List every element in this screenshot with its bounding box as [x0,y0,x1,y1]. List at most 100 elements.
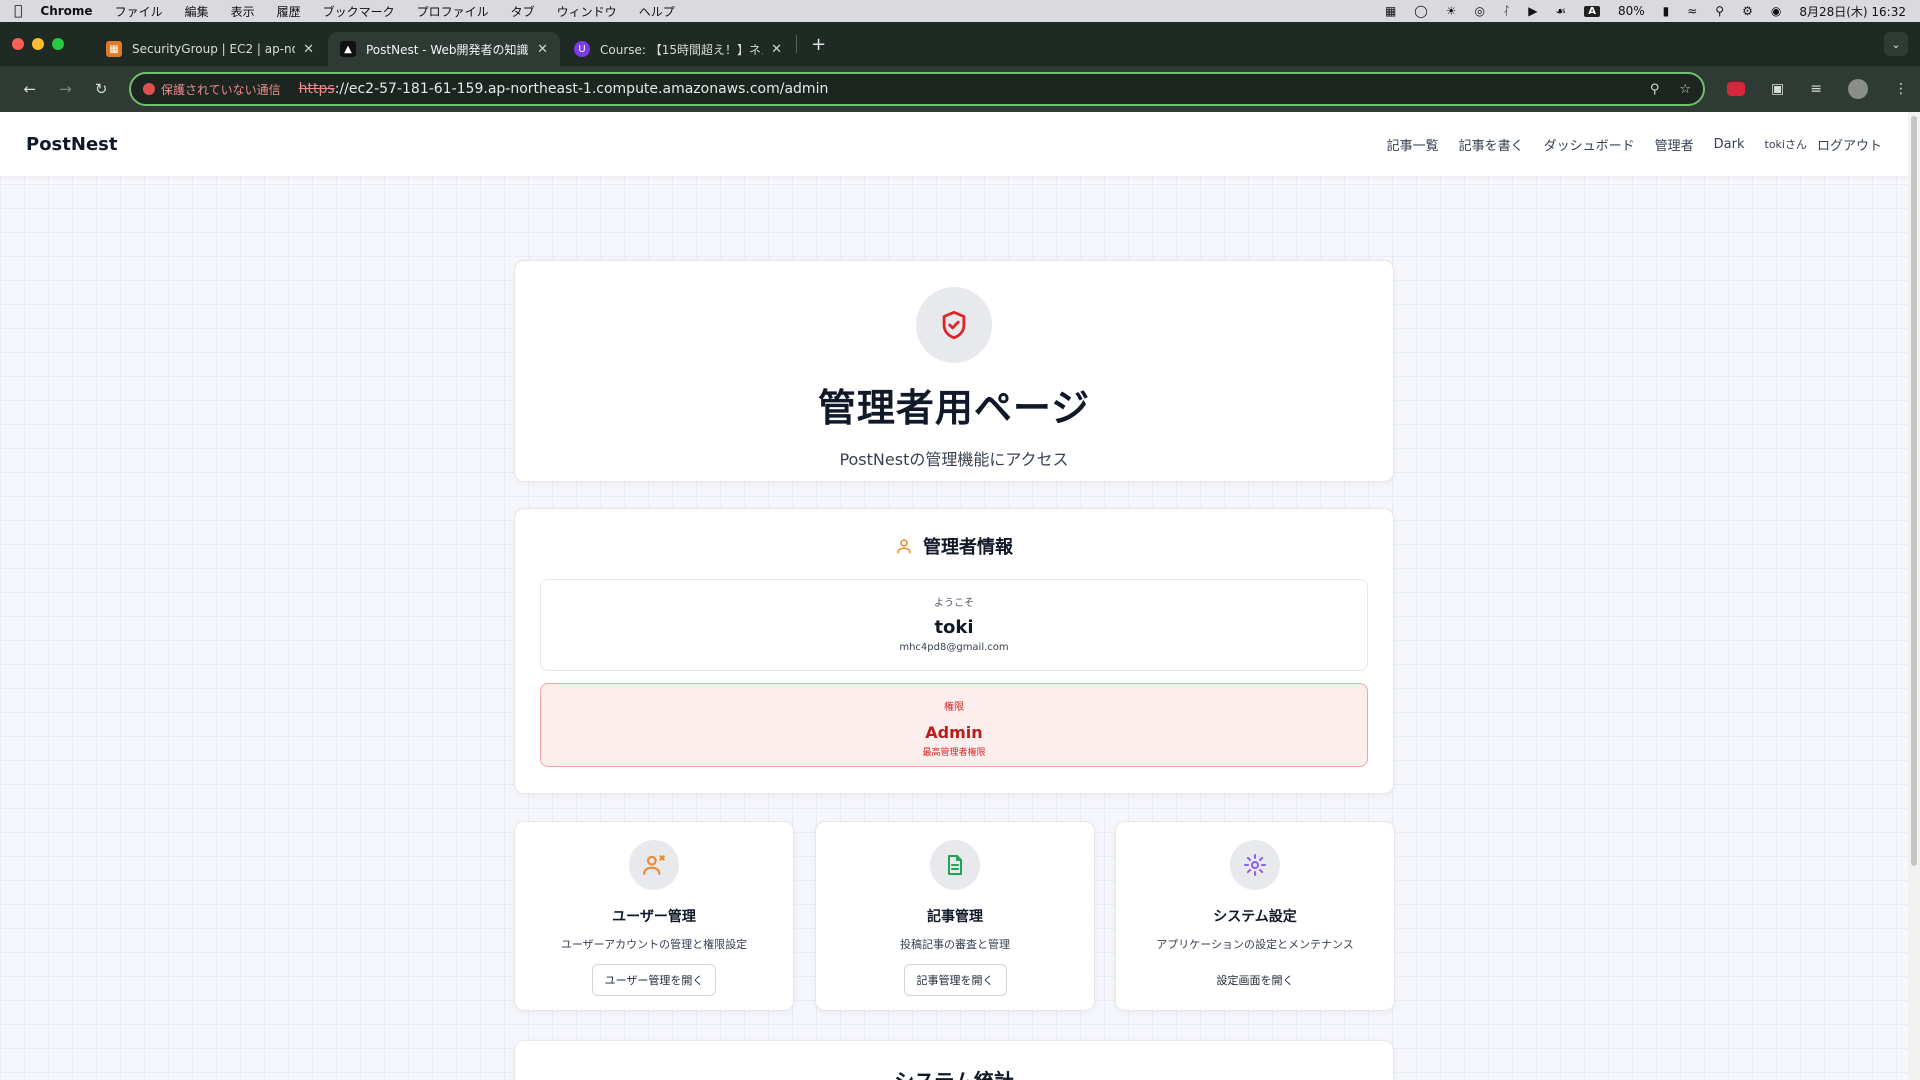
feature-title: ユーザー管理 [612,909,696,925]
feature-card-settings: システム設定 アプリケーションの設定とメンテナンス 設定画面を開く [1115,821,1395,1011]
menubar-clock[interactable]: 8月28日(木) 16:32 [1799,3,1906,20]
system-stats-title: システム統計 [515,1065,1393,1080]
tab-title: SecurityGroup | EC2 | ap-nort [132,42,296,56]
user-icon [897,539,911,554]
forward-arrow-icon[interactable]: → [48,80,84,98]
feature-title: システム設定 [1213,909,1297,925]
welcome-label: ようこそ [934,598,974,609]
nav-dashboard[interactable]: ダッシュボード [1544,135,1635,154]
minimize-window-icon[interactable] [32,38,44,50]
menu-profiles[interactable]: プロファイル [417,3,489,20]
battery-icon[interactable]: ▮ [1663,4,1670,18]
tab-postnest[interactable]: ▲ PostNest - Web開発者の知識共 ✕ [328,32,560,66]
site-logo[interactable]: PostNest [26,134,117,155]
user-email: mhc4pd8@gmail.com [899,642,1009,653]
system-stats-card: システム統計 [514,1040,1394,1080]
feature-title: 記事管理 [927,909,983,925]
play-icon[interactable]: ▶ [1528,4,1537,18]
nav-admin[interactable]: 管理者 [1655,135,1694,154]
shield-status-icon[interactable]: ◯ [1414,4,1427,18]
username: toki [934,617,974,638]
admin-info-heading: 管理者情報 [515,533,1393,559]
menu-help[interactable]: ヘルプ [639,3,675,20]
current-user: tokiさん [1764,138,1807,151]
page-viewport: PostNest 記事一覧 記事を書く ダッシュボード 管理者 Dark tok… [0,112,1908,1080]
page-subtitle: PostNestの管理機能にアクセス [839,450,1069,469]
new-tab-icon[interactable]: + [811,34,826,55]
open-user-management-button[interactable]: ユーザー管理を開く [591,964,717,996]
security-indicator[interactable]: 保護されていない通信 [143,81,281,98]
bluetooth-icon[interactable]: ᛮ [1503,4,1510,18]
admin-info-title: 管理者情報 [923,537,1013,558]
site-header: PostNest 記事一覧 記事を書く ダッシュボード 管理者 Dark tok… [0,112,1908,176]
extensions-puzzle-icon[interactable]: ▣ [1771,81,1784,97]
menubar-status-area: ▦ ◯ ☀ ◎ ᛮ ▶ ☙ A 80% ▮ ≈ ⚲ ⚙ ◉ 8月28日(木) 1… [1385,3,1906,20]
wifi-icon[interactable]: ≈ [1687,4,1697,18]
document-icon [930,840,980,890]
extension-red-icon[interactable] [1727,82,1746,96]
menu-window[interactable]: ウィンドウ [557,3,617,20]
close-tab-icon[interactable]: ✕ [771,42,782,57]
nav-write-article[interactable]: 記事を書く [1459,135,1524,154]
aws-icon: ▦ [106,41,122,57]
headphones-icon[interactable]: ☙ [1555,4,1566,18]
profile-avatar-icon[interactable] [1847,79,1868,99]
close-tab-icon[interactable]: ✕ [537,42,548,57]
role-value: Admin [925,723,983,742]
chrome-menu-icon[interactable]: ⋮ [1894,81,1908,97]
toolbar-extensions: ▣ ≡ ⋮ [1727,79,1908,99]
menu-edit[interactable]: 編集 [185,3,209,20]
dark-mode-toggle[interactable]: Dark [1714,137,1745,152]
scrollbar-thumb[interactable] [1911,116,1917,866]
omnibox-actions: ⚲ ☆ [1650,82,1691,97]
feature-desc: アプリケーションの設定とメンテナンス [1156,938,1354,951]
close-window-icon[interactable] [12,38,24,50]
role-box: 権限 Admin 最高管理者権限 [540,683,1368,767]
feature-card-users: ユーザー管理 ユーザーアカウントの管理と権限設定 ユーザー管理を開く [514,821,794,1011]
apple-menu-icon[interactable]:  [14,3,22,19]
user-manage-icon [629,840,679,890]
macos-menubar:  Chrome ファイル 編集 表示 履歴 ブックマーク プロファイル タブ … [0,0,1920,22]
menu-history[interactable]: 履歴 [277,3,301,20]
feature-desc: 投稿記事の審査と管理 [900,938,1010,951]
browser-tabstrip: ▦ SecurityGroup | EC2 | ap-nort ✕ ▲ Post… [0,22,1920,66]
menu-view[interactable]: 表示 [231,3,255,20]
tab-title: Course: 【15時間超え！】ネス [600,42,764,57]
menu-bookmarks[interactable]: ブックマーク [323,3,395,20]
zoom-window-icon[interactable] [52,38,64,50]
feature-desc: ユーザーアカウントの管理と権限設定 [560,938,748,951]
nav-article-list[interactable]: 記事一覧 [1387,135,1439,154]
reading-list-icon[interactable]: ≡ [1810,81,1822,97]
menu-file[interactable]: ファイル [115,3,163,20]
open-settings-button[interactable]: 設定画面を開く [1203,964,1307,996]
tab-securitygroup[interactable]: ▦ SecurityGroup | EC2 | ap-nort ✕ [94,32,326,66]
status-icon-a[interactable]: ▦ [1385,4,1396,18]
back-arrow-icon[interactable]: ← [12,80,48,98]
brightness-icon[interactable]: ☀ [1446,4,1457,18]
close-tab-icon[interactable]: ✕ [303,42,314,57]
tab-title: PostNest - Web開発者の知識共 [366,42,530,57]
control-center-icon[interactable]: ⚙ [1742,4,1753,18]
browser-toolbar: ← → ↻ 保護されていない通信 https ://ec2-57-181-61-… [0,66,1920,112]
reload-icon[interactable]: ↻ [83,80,119,98]
tab-search-icon[interactable]: ⌄ [1884,32,1908,56]
site-nav: 記事一覧 記事を書く ダッシュボード 管理者 Dark tokiさん ログアウト [1387,135,1882,154]
spotlight-search-icon[interactable]: ⚲ [1715,4,1724,18]
page-scrollbar[interactable] [1908,112,1920,1080]
logout-link[interactable]: ログアウト [1817,135,1882,154]
role-description: 最高管理者権限 [922,748,986,758]
menu-tab[interactable]: タブ [511,3,535,20]
zoom-icon[interactable]: ⚲ [1650,82,1660,97]
tab-course[interactable]: U Course: 【15時間超え！】ネス ✕ [562,32,794,66]
focus-icon[interactable]: ◎ [1475,4,1485,18]
input-method-badge[interactable]: A [1584,5,1600,17]
siri-icon[interactable]: ◉ [1771,4,1781,18]
warning-icon [143,83,156,95]
menu-app-name[interactable]: Chrome [40,4,92,18]
address-bar[interactable]: 保護されていない通信 https ://ec2-57-181-61-159.ap… [129,72,1706,106]
triangle-icon: ▲ [340,41,356,57]
open-article-management-button[interactable]: 記事管理を開く [903,964,1007,996]
shield-check-icon [916,287,992,363]
bookmark-star-icon[interactable]: ☆ [1679,82,1691,97]
page-title: 管理者用ページ [817,386,1091,430]
